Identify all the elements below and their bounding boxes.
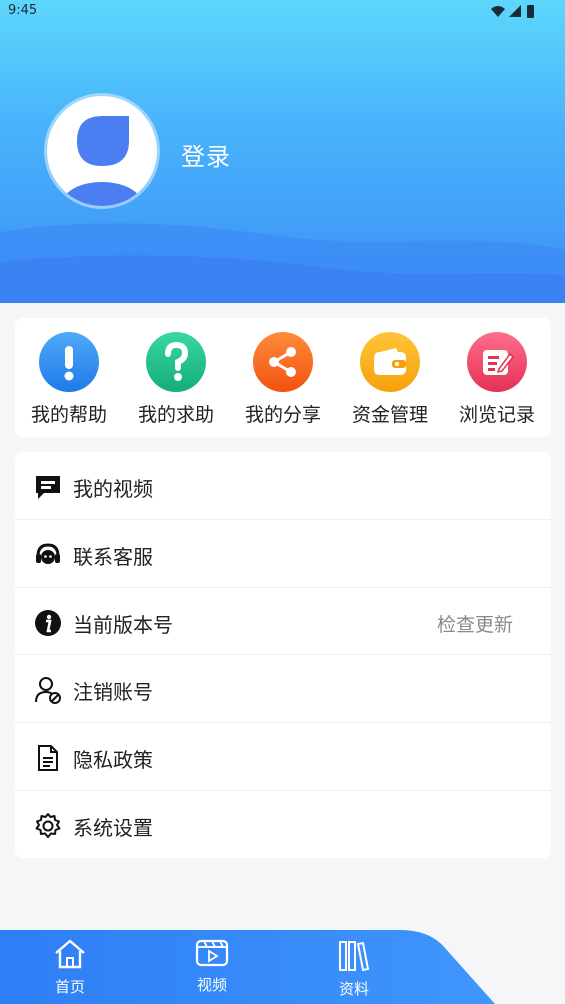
status-time: 9:45 (8, 3, 38, 18)
quick-actions-card: 我的帮助 我的求助 我的分享 资金管理 浏览记录 (15, 318, 551, 437)
nav-materials[interactable]: 资料 (314, 938, 394, 999)
quick-action-label: 浏览记录 (458, 404, 535, 426)
menu-item-privacy-policy[interactable]: 隐私政策 (15, 723, 551, 791)
avatar[interactable] (47, 96, 157, 206)
quick-action-label: 我的分享 (244, 404, 321, 426)
wallet-icon (360, 332, 420, 392)
share-icon (253, 332, 313, 392)
menu-item-version[interactable]: 当前版本号 检查更新 (15, 588, 551, 656)
quick-action-label: 资金管理 (351, 404, 428, 426)
menu-item-my-videos[interactable]: 我的视频 (15, 452, 551, 520)
quick-action-label: 我的帮助 (30, 404, 107, 426)
menu-item-label: 注销账号 (73, 680, 153, 705)
menu-item-settings[interactable]: 系统设置 (15, 791, 551, 858)
document-icon (38, 745, 58, 772)
profile-header: 9:45 登录 (0, 0, 565, 303)
wifi-icon (491, 6, 505, 17)
headset-icon (36, 543, 60, 564)
menu-item-deactivate-account[interactable]: 注销账号 (15, 655, 551, 724)
menu-item-label: 当前版本号 (73, 612, 173, 637)
status-bar: 9:45 (0, 0, 565, 24)
quick-action-funds[interactable]: 资金管理 (336, 332, 444, 427)
menu-item-label: 我的视频 (73, 477, 153, 501)
battery-icon (527, 5, 534, 18)
bottom-navigation: 首页 视频 资料 (0, 928, 565, 1004)
user-cancel-icon (35, 677, 61, 705)
menu-item-contact-support[interactable]: 联系客服 (15, 520, 551, 588)
menu-item-label: 系统设置 (73, 815, 153, 840)
exclamation-icon (39, 332, 99, 392)
signal-icon (509, 5, 521, 17)
question-icon (146, 332, 206, 392)
info-icon (35, 609, 61, 636)
menu-item-label: 联系客服 (73, 544, 153, 569)
message-icon (36, 476, 60, 499)
check-update-link[interactable]: 检查更新 (437, 610, 513, 637)
nav-video[interactable]: 视频 (172, 938, 252, 995)
quick-action-request[interactable]: 我的求助 (122, 332, 230, 427)
quick-action-help[interactable]: 我的帮助 (15, 332, 123, 427)
quick-action-share[interactable]: 我的分享 (229, 332, 337, 427)
login-link[interactable]: 登录 (181, 137, 231, 172)
edit-note-icon (467, 332, 527, 392)
gear-icon (35, 812, 61, 838)
home-icon (55, 939, 85, 969)
quick-action-history[interactable]: 浏览记录 (443, 332, 551, 427)
quick-action-label: 我的求助 (137, 404, 214, 426)
nav-video-label: 视频 (196, 976, 227, 994)
menu-item-label: 隐私政策 (73, 748, 153, 773)
nav-home-label: 首页 (54, 978, 85, 996)
status-icons (491, 5, 534, 18)
nav-materials-label: 资料 (338, 980, 369, 998)
books-icon (339, 941, 370, 972)
nav-home[interactable]: 首页 (30, 938, 110, 997)
menu-list: 我的视频 联系客服 当前版本号 检查更新 注销账号 隐私政策 系统设置 (15, 452, 551, 858)
video-icon (195, 939, 229, 967)
user-avatar-icon (62, 116, 142, 206)
